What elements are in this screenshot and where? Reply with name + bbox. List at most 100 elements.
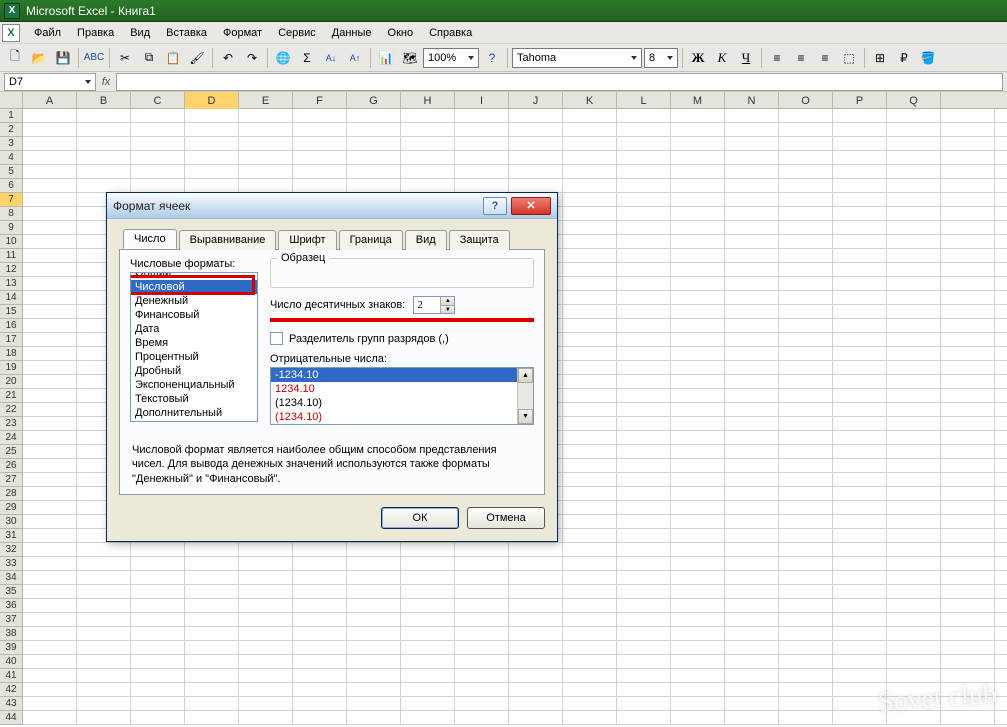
row-header[interactable]: 41 <box>0 669 23 683</box>
row-header[interactable]: 15 <box>0 305 23 319</box>
row-header[interactable]: 31 <box>0 529 23 543</box>
column-header[interactable]: H <box>401 92 455 109</box>
font-size-combo[interactable]: 8 <box>644 48 678 68</box>
row-header[interactable]: 35 <box>0 585 23 599</box>
merge-button[interactable]: ⬚ <box>838 47 860 69</box>
tab-pattern[interactable]: Вид <box>405 230 447 250</box>
italic-button[interactable]: К <box>711 47 733 69</box>
menu-edit[interactable]: Правка <box>69 25 122 41</box>
menu-view[interactable]: Вид <box>122 25 158 41</box>
cancel-button[interactable]: Отмена <box>467 507 545 529</box>
row-header[interactable]: 16 <box>0 319 23 333</box>
column-header[interactable]: Q <box>887 92 941 109</box>
new-button[interactable]: 🗋 <box>4 47 26 69</box>
row-header[interactable]: 30 <box>0 515 23 529</box>
save-button[interactable]: 💾 <box>52 47 74 69</box>
align-left-button[interactable]: ≡ <box>766 47 788 69</box>
column-header[interactable]: A <box>23 92 77 109</box>
menu-data[interactable]: Данные <box>324 25 380 41</box>
row-header[interactable]: 5 <box>0 165 23 179</box>
row-header[interactable]: 19 <box>0 361 23 375</box>
open-button[interactable]: 📂 <box>28 47 50 69</box>
tab-alignment[interactable]: Выравнивание <box>179 230 277 250</box>
bold-button[interactable]: Ж <box>687 47 709 69</box>
tab-protection[interactable]: Защита <box>449 230 510 250</box>
scroll-up-icon[interactable]: ▲ <box>518 368 533 383</box>
undo-button[interactable]: ↶ <box>217 47 239 69</box>
formula-input[interactable] <box>116 73 1003 91</box>
menu-help[interactable]: Справка <box>421 25 480 41</box>
row-header[interactable]: 2 <box>0 123 23 137</box>
row-header[interactable]: 18 <box>0 347 23 361</box>
list-item-selected[interactable]: Числовой <box>131 280 257 294</box>
copy-button[interactable]: ⧉ <box>138 47 160 69</box>
list-item[interactable]: Дата <box>131 322 257 336</box>
row-header[interactable]: 6 <box>0 179 23 193</box>
map-button[interactable]: 🗺 <box>399 47 421 69</box>
autosum-button[interactable]: Σ <box>296 47 318 69</box>
number-formats-list[interactable]: Общий Числовой Денежный Финансовый Дата … <box>130 272 258 422</box>
row-header[interactable]: 3 <box>0 137 23 151</box>
spinner-up[interactable]: ▲ <box>440 297 454 305</box>
ok-button[interactable]: ОК <box>381 507 459 529</box>
row-header[interactable]: 23 <box>0 417 23 431</box>
row-header[interactable]: 25 <box>0 445 23 459</box>
menu-file[interactable]: Файл <box>26 25 69 41</box>
column-header[interactable]: J <box>509 92 563 109</box>
row-header[interactable]: 12 <box>0 263 23 277</box>
name-box[interactable]: D7 <box>4 73 96 91</box>
column-header[interactable]: P <box>833 92 887 109</box>
thousands-checkbox[interactable] <box>270 332 283 345</box>
menu-window[interactable]: Окно <box>380 25 422 41</box>
tab-font[interactable]: Шрифт <box>278 230 336 250</box>
scroll-down-icon[interactable]: ▼ <box>518 409 533 424</box>
row-header[interactable]: 32 <box>0 543 23 557</box>
column-header[interactable]: B <box>77 92 131 109</box>
row-header[interactable]: 36 <box>0 599 23 613</box>
row-header[interactable]: 26 <box>0 459 23 473</box>
row-header[interactable]: 39 <box>0 641 23 655</box>
decimals-spinner[interactable]: ▲ ▼ <box>413 296 455 314</box>
list-item[interactable]: Время <box>131 336 257 350</box>
column-header[interactable]: D <box>185 92 239 109</box>
underline-button[interactable]: Ч <box>735 47 757 69</box>
row-header[interactable]: 7 <box>0 193 23 207</box>
paste-button[interactable]: 📋 <box>162 47 184 69</box>
column-header[interactable]: G <box>347 92 401 109</box>
column-header[interactable]: M <box>671 92 725 109</box>
column-header[interactable]: K <box>563 92 617 109</box>
row-header[interactable]: 43 <box>0 697 23 711</box>
redo-button[interactable]: ↷ <box>241 47 263 69</box>
row-header[interactable]: 13 <box>0 277 23 291</box>
select-all-corner[interactable] <box>0 92 23 109</box>
row-header[interactable]: 38 <box>0 627 23 641</box>
chart-button[interactable]: 📊 <box>375 47 397 69</box>
zoom-combo[interactable]: 100% <box>423 48 479 68</box>
row-header[interactable]: 8 <box>0 207 23 221</box>
row-header[interactable]: 24 <box>0 431 23 445</box>
column-header[interactable]: N <box>725 92 779 109</box>
list-item[interactable]: Денежный <box>131 294 257 308</box>
font-combo[interactable]: Tahoma <box>512 48 642 68</box>
row-header[interactable]: 33 <box>0 557 23 571</box>
menu-service[interactable]: Сервис <box>270 25 324 41</box>
align-center-button[interactable]: ≡ <box>790 47 812 69</box>
row-header[interactable]: 22 <box>0 403 23 417</box>
list-item[interactable]: Дробный <box>131 364 257 378</box>
row-header[interactable]: 40 <box>0 655 23 669</box>
row-header[interactable]: 17 <box>0 333 23 347</box>
row-header[interactable]: 14 <box>0 291 23 305</box>
tab-number[interactable]: Число <box>123 229 177 249</box>
tab-border[interactable]: Граница <box>339 230 403 250</box>
list-item[interactable]: Дополнительный <box>131 406 257 420</box>
list-item[interactable]: Общий <box>131 272 257 280</box>
negatives-list[interactable]: -1234.10 1234.10 (1234.10) (1234.10) ▲ ▼ <box>270 367 534 425</box>
list-item[interactable]: Финансовый <box>131 308 257 322</box>
row-header[interactable]: 4 <box>0 151 23 165</box>
decimals-input[interactable] <box>414 297 440 313</box>
column-header[interactable]: I <box>455 92 509 109</box>
menu-insert[interactable]: Вставка <box>158 25 215 41</box>
fill-color-button[interactable]: 🪣 <box>917 47 939 69</box>
list-item[interactable]: Текстовый <box>131 392 257 406</box>
borders-button[interactable]: ⊞ <box>869 47 891 69</box>
